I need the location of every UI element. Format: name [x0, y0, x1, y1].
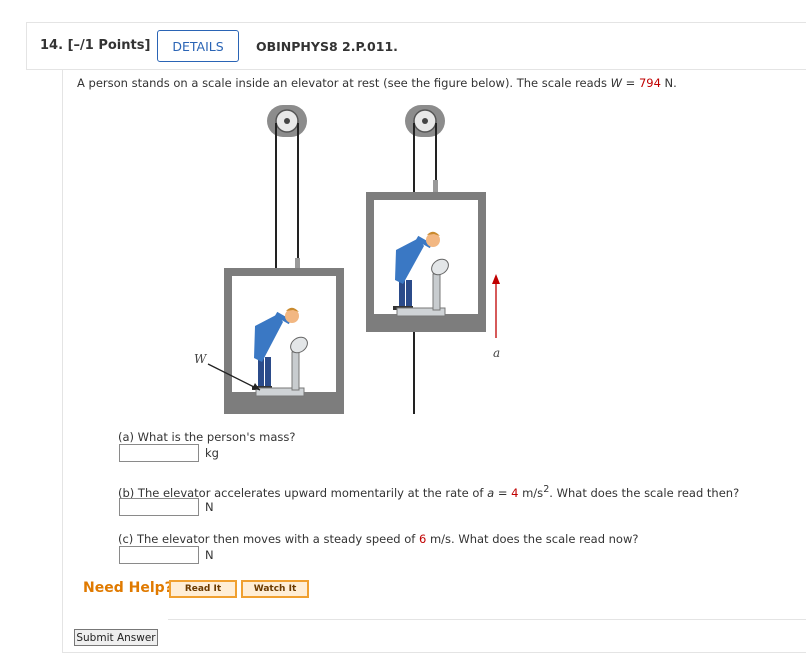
- question-intro: A person stands on a scale inside an ele…: [77, 76, 677, 90]
- elevator-figure: W a: [194, 105, 500, 414]
- part-b-answer-row: N: [119, 498, 214, 516]
- question-header: 14. [–/1 Points] DETAILS OBINPHYS8 2.P.0…: [26, 22, 806, 70]
- part-b-unit: N: [205, 500, 214, 514]
- part-a-input[interactable]: [119, 444, 199, 462]
- footer-divider: [168, 619, 806, 620]
- part-a-answer-row: kg: [119, 444, 219, 462]
- weight-label: W: [194, 352, 208, 366]
- read-it-button[interactable]: Read It: [169, 580, 237, 598]
- watch-it-button[interactable]: Watch It: [241, 580, 309, 598]
- elevator-accelerating: a: [366, 105, 500, 414]
- part-c-question: (c) The elevator then moves with a stead…: [118, 532, 639, 546]
- part-a-question: (a) What is the person's mass?: [118, 430, 296, 444]
- elevator-at-rest: W: [194, 105, 344, 414]
- need-help-label: Need Help?: [83, 580, 173, 596]
- part-a-unit: kg: [205, 446, 219, 460]
- question-number-points: 14. [–/1 Points]: [40, 38, 151, 53]
- part-b-input[interactable]: [119, 498, 199, 516]
- details-button[interactable]: DETAILS: [157, 30, 239, 62]
- submit-answer-button[interactable]: Submit Answer: [74, 629, 158, 646]
- part-c-answer-row: N: [119, 546, 214, 564]
- part-c-unit: N: [205, 548, 214, 562]
- part-c-input[interactable]: [119, 546, 199, 564]
- acceleration-label: a: [493, 346, 500, 360]
- question-code: OBINPHYS8 2.P.011.: [256, 39, 398, 54]
